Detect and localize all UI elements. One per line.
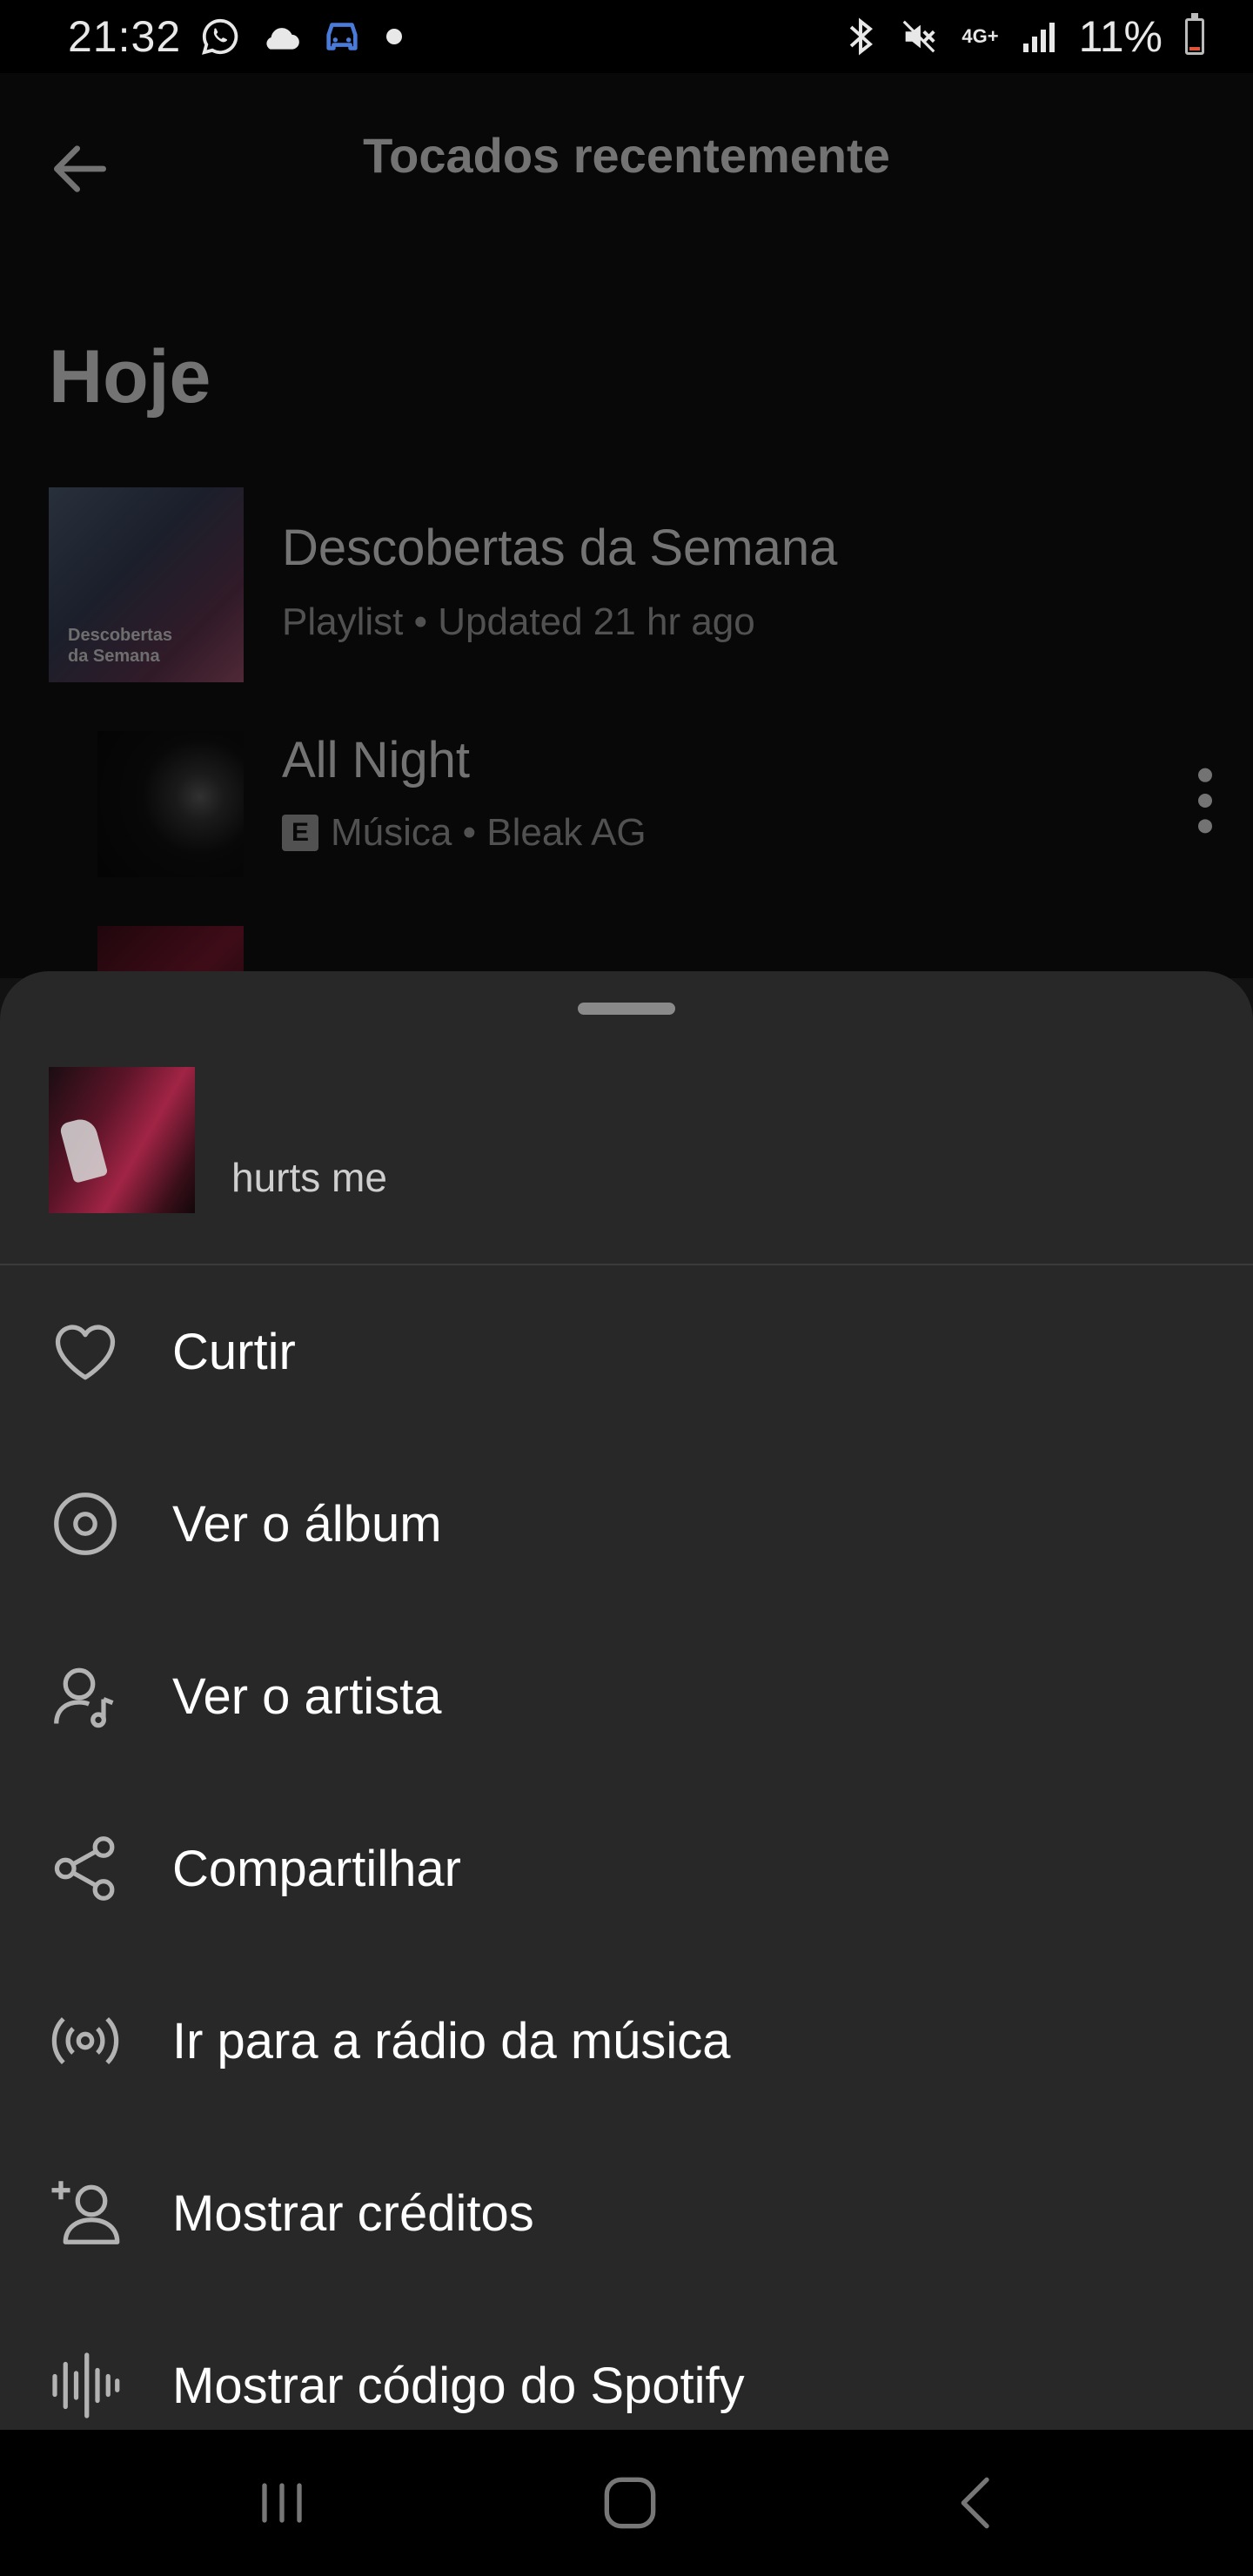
recent-apps-icon[interactable] [247,2468,317,2538]
list-item-subtitle-text: Música • Bleak AG [331,811,647,854]
track-cover [97,731,244,877]
share-icon [54,1836,115,1901]
list-item[interactable]: Descobertas da Semana Descobertas da Sem… [0,487,1253,682]
context-menu-sheet: hurts me Curtir Ver o álbum Ver o artist… [0,971,1253,2430]
page-title: Tocados recentemente [363,128,890,183]
cover-caption-line-1: Descobertas [68,626,173,645]
screen: 21:32 4G+ 11% Tocados recentemente Hoje … [0,0,1253,2576]
menu-item-label: Mostrar código do Spotify [172,2357,745,2414]
list-item-title: All Night [282,732,470,788]
heart-icon [55,1325,116,1380]
menu-item-label: Ver o artista [172,1667,442,1725]
explicit-badge: E [282,815,318,851]
menu-item-spotify-code[interactable]: Mostrar código do Spotify [0,2299,1253,2430]
spotify-code-icon [52,2352,120,2418]
back-nav-icon[interactable] [943,2468,1013,2538]
dot-icon [386,29,403,44]
section-title: Hoje [49,335,211,419]
battery-fill [1189,47,1200,50]
playlist-cover: Descobertas da Semana [49,487,244,682]
menu-item-label: Compartilhar [172,1840,461,1897]
list-item-subtitle-text: Playlist • Updated 21 hr ago [282,600,755,643]
playlist-cover-caption: Descobertas da Semana [68,625,172,667]
menu-item-view-album[interactable]: Ver o álbum [0,1438,1253,1610]
navigation-bar [0,2430,1253,2576]
track-title: hurts me [231,1155,387,1200]
radio-icon [51,2016,119,2065]
network-label: 4G+ [962,25,999,47]
list-item-subtitle: Playlist • Updated 21 hr ago [282,600,755,644]
menu-item-share[interactable]: Compartilhar [0,1782,1253,1955]
menu-item-label: Ir para a rádio da música [172,2012,731,2070]
top-app-bar: Tocados recentemente [0,73,1253,247]
menu-item-label: Curtir [172,1323,296,1380]
status-bar: 21:32 4G+ 11% [0,0,1253,73]
status-right: 4G+ 11% [845,11,1204,62]
menu-item-show-credits[interactable]: Mostrar créditos [0,2127,1253,2299]
menu-list: Curtir Ver o álbum Ver o artista Compart… [0,1265,1253,2430]
menu-item-like[interactable]: Curtir [0,1265,1253,1438]
list-item[interactable]: All Night E Música • Bleak AG [0,731,1253,877]
menu-item-label: Mostrar créditos [172,2184,534,2242]
menu-item-view-artist[interactable]: Ver o artista [0,1610,1253,1782]
car-icon [326,23,358,50]
album-icon [54,1493,117,1555]
status-time: 21:32 [68,12,182,61]
recently-played-page: Tocados recentemente Hoje Descobertas da… [0,73,1253,1072]
artist-icon [54,1667,114,1728]
status-left: 21:32 [68,11,407,62]
home-icon[interactable] [595,2468,665,2538]
menu-item-label: Ver o álbum [172,1495,442,1553]
more-options-icon[interactable] [1192,766,1218,835]
signal-icon [1022,23,1055,52]
whatsapp-icon [202,18,238,55]
drag-handle[interactable] [578,1003,675,1015]
battery-percent: 11% [1078,12,1163,61]
cloud-icon [266,28,299,50]
mute-icon [903,20,936,53]
track-artwork [49,1067,195,1213]
credits-icon [51,2181,120,2244]
sheet-header: hurts me [0,1067,1253,1218]
menu-item-song-radio[interactable]: Ir para a rádio da música [0,1955,1253,2127]
bluetooth-icon [850,17,874,56]
battery-icon [1185,13,1204,55]
list-item-subtitle: E Música • Bleak AG [282,811,647,855]
cover-caption-line-2: da Semana [68,647,160,666]
list-item-title: Descobertas da Semana [282,520,838,576]
